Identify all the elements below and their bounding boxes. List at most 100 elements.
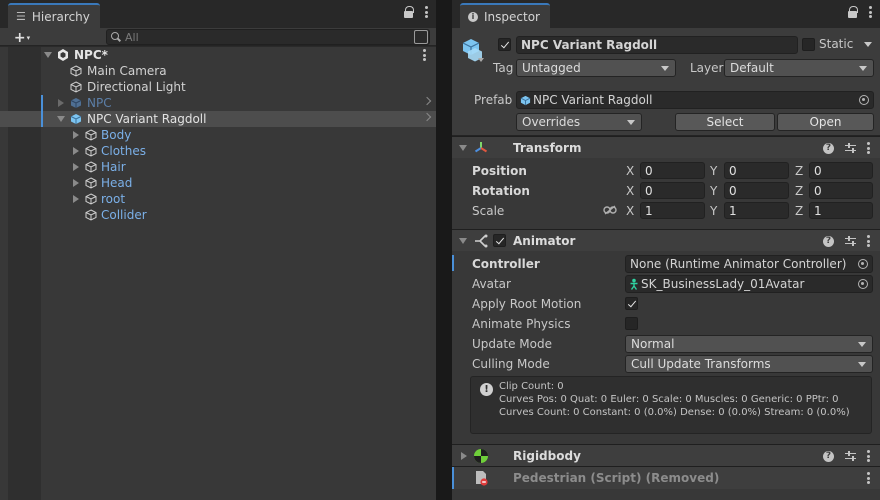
update-mode-dropdown[interactable]: Normal bbox=[625, 335, 873, 353]
foldout-closed-icon[interactable] bbox=[461, 452, 467, 460]
tree-row-main-camera[interactable]: Main Camera bbox=[0, 63, 436, 79]
search-field[interactable] bbox=[106, 29, 430, 45]
active-checkbox[interactable] bbox=[498, 38, 511, 51]
foldout-open-icon[interactable] bbox=[57, 116, 65, 122]
tree-row-body[interactable]: Body bbox=[0, 127, 436, 143]
lock-icon[interactable] bbox=[848, 6, 858, 18]
layer-dropdown[interactable]: Default bbox=[724, 59, 874, 77]
avatar-label: Avatar bbox=[472, 277, 511, 291]
dropdown-arrow-icon[interactable] bbox=[478, 58, 484, 62]
help-icon[interactable]: ? bbox=[823, 235, 834, 247]
help-icon[interactable]: ? bbox=[823, 450, 834, 462]
scene-menu-icon[interactable] bbox=[423, 49, 426, 61]
position-x-field[interactable]: 0 bbox=[640, 162, 705, 179]
help-icon[interactable]: ? bbox=[823, 142, 834, 154]
tree-row-clothes[interactable]: Clothes bbox=[0, 143, 436, 159]
animate-physics-checkbox[interactable] bbox=[625, 317, 638, 330]
rigidbody-header[interactable]: Rigidbody ? bbox=[452, 444, 880, 466]
component-menu-icon[interactable] bbox=[867, 142, 870, 154]
row-label-npc-variant-ragdoll: NPC Variant Ragdoll bbox=[87, 112, 207, 126]
rotation-z-field[interactable]: 0 bbox=[809, 182, 873, 199]
culling-mode-dropdown[interactable]: Cull Update Transforms bbox=[625, 355, 873, 373]
foldout-open-icon[interactable] bbox=[44, 52, 52, 58]
tree-row-npc-variant-ragdoll[interactable]: NPC Variant Ragdoll bbox=[0, 111, 436, 127]
presets-icon[interactable] bbox=[845, 450, 856, 462]
x-label: X bbox=[626, 204, 635, 218]
tree-row-head[interactable]: Head bbox=[0, 175, 436, 191]
transform-header[interactable]: Transform ? bbox=[452, 136, 880, 158]
animator-header[interactable]: Animator ? bbox=[452, 229, 880, 251]
tree-row-hair[interactable]: Hair bbox=[0, 159, 436, 175]
static-dropdown-icon[interactable] bbox=[864, 42, 872, 47]
row-label-clothes: Clothes bbox=[101, 144, 146, 158]
avatar-field[interactable]: SK_BusinessLady_01Avatar bbox=[625, 275, 873, 293]
lock-icon[interactable] bbox=[404, 6, 414, 18]
scale-z-field[interactable]: 1 bbox=[809, 202, 873, 219]
gameobject-icon bbox=[85, 209, 97, 221]
position-z-field[interactable]: 0 bbox=[809, 162, 873, 179]
gameobject-icon bbox=[85, 177, 97, 189]
script-removed-icon bbox=[476, 471, 488, 486]
static-label: Static bbox=[819, 37, 854, 51]
presets-icon[interactable] bbox=[845, 235, 856, 247]
row-label-root: root bbox=[101, 192, 126, 206]
component-menu-icon[interactable] bbox=[867, 235, 870, 247]
position-y-field[interactable]: 0 bbox=[724, 162, 789, 179]
foldout-closed-icon[interactable] bbox=[73, 163, 79, 171]
row-label-directional-light: Directional Light bbox=[87, 80, 186, 94]
tag-dropdown[interactable]: Untagged bbox=[516, 59, 676, 77]
removed-script-title: Pedestrian (Script) (Removed) bbox=[513, 471, 720, 485]
chevron-right-icon[interactable] bbox=[422, 112, 432, 122]
overrides-dropdown[interactable]: Overrides bbox=[516, 113, 642, 131]
prefab-field[interactable]: NPC Variant Ragdoll bbox=[516, 91, 874, 109]
prefab-icon bbox=[70, 98, 82, 108]
tab-inspector-label: Inspector bbox=[484, 9, 540, 24]
foldout-open-icon[interactable] bbox=[459, 238, 467, 244]
tab-inspector[interactable]: i Inspector bbox=[460, 3, 550, 28]
foldout-closed-icon[interactable] bbox=[73, 195, 79, 203]
chevron-right-icon[interactable] bbox=[422, 96, 432, 106]
open-button[interactable]: Open bbox=[777, 113, 874, 131]
object-picker-icon[interactable] bbox=[858, 279, 868, 289]
tree-row-root[interactable]: root bbox=[0, 191, 436, 207]
object-picker-icon[interactable] bbox=[859, 95, 869, 105]
scene-row-npc[interactable]: NPC* bbox=[0, 47, 436, 63]
rotation-y-field[interactable]: 0 bbox=[724, 182, 789, 199]
object-picker-icon[interactable] bbox=[858, 259, 868, 269]
tab-hierarchy[interactable]: ☰ Hierarchy bbox=[8, 3, 100, 28]
rotation-x-field[interactable]: 0 bbox=[640, 182, 705, 199]
removed-script-header[interactable]: Pedestrian (Script) (Removed) bbox=[452, 466, 880, 489]
component-menu-icon[interactable] bbox=[867, 450, 870, 462]
prefab-override-marker bbox=[41, 95, 43, 111]
filter-icon[interactable] bbox=[414, 30, 428, 44]
presets-icon[interactable] bbox=[845, 142, 856, 154]
foldout-closed-icon[interactable] bbox=[58, 99, 64, 107]
apply-root-motion-checkbox[interactable] bbox=[625, 297, 638, 310]
scale-y-field[interactable]: 1 bbox=[724, 202, 789, 219]
search-input[interactable] bbox=[125, 30, 405, 44]
foldout-open-icon[interactable] bbox=[459, 145, 467, 151]
object-name-field[interactable]: NPC Variant Ragdoll bbox=[516, 36, 798, 54]
foldout-closed-icon[interactable] bbox=[73, 179, 79, 187]
more-options-icon[interactable] bbox=[869, 6, 872, 18]
foldout-closed-icon[interactable] bbox=[73, 131, 79, 139]
tree-row-collider[interactable]: Collider bbox=[0, 207, 436, 223]
static-checkbox[interactable] bbox=[802, 38, 815, 51]
override-marker bbox=[452, 467, 454, 489]
constrain-proportions-icon[interactable] bbox=[603, 205, 617, 215]
foldout-closed-icon[interactable] bbox=[73, 147, 79, 155]
scale-x-field[interactable]: 1 bbox=[640, 202, 705, 219]
tree-row-directional-light[interactable]: Directional Light bbox=[0, 79, 436, 95]
gameobject-icon bbox=[85, 193, 97, 205]
prefab-icon bbox=[70, 114, 82, 124]
tree-row-npc[interactable]: NPC bbox=[0, 95, 436, 111]
animator-enabled-checkbox[interactable] bbox=[493, 234, 506, 247]
select-button[interactable]: Select bbox=[675, 113, 775, 131]
row-label-collider: Collider bbox=[101, 208, 147, 222]
gameobject-icon bbox=[85, 161, 97, 173]
controller-field[interactable]: None (Runtime Animator Controller) bbox=[625, 255, 873, 273]
more-options-icon[interactable] bbox=[425, 6, 428, 18]
avatar-value: SK_BusinessLady_01Avatar bbox=[641, 277, 805, 291]
add-object-button[interactable]: + ▾ bbox=[10, 30, 34, 46]
component-menu-icon[interactable] bbox=[867, 472, 870, 484]
